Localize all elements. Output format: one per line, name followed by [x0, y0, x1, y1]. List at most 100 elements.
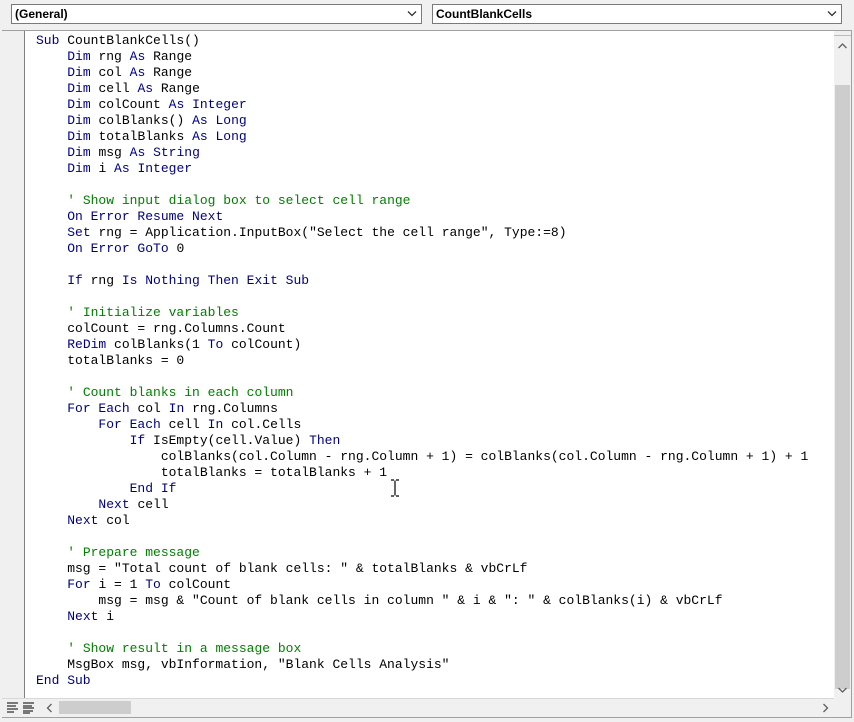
code-text: cell	[168, 417, 208, 432]
code-keyword: As	[137, 81, 161, 96]
code-line[interactable]: colCount = rng.Columns.Count	[36, 321, 831, 337]
code-text: rng	[90, 273, 122, 288]
code-line[interactable]: If rng Is Nothing Then Exit Sub	[36, 273, 831, 289]
code-line[interactable]: Dim totalBlanks As Long	[36, 129, 831, 145]
code-text: Range	[153, 65, 193, 80]
vertical-scrollbar[interactable]	[834, 31, 851, 698]
code-line[interactable]: On Error GoTo 0	[36, 241, 831, 257]
code-keyword: For Each	[98, 417, 169, 432]
code-line[interactable]: For Each col In rng.Columns	[36, 401, 831, 417]
code-keyword: As	[192, 129, 216, 144]
code-keyword: Dim	[67, 65, 99, 80]
chevron-down-icon[interactable]	[823, 5, 841, 23]
code-keyword: Next	[98, 497, 138, 512]
code-line[interactable]: Dim colBlanks() As Long	[36, 113, 831, 129]
code-text: msg = msg & "Count of blank cells in col…	[36, 593, 723, 608]
code-line[interactable]: For i = 1 To colCount	[36, 577, 831, 593]
split-bar-handle[interactable]	[834, 31, 851, 36]
code-line[interactable]: ' Show result in a message box	[36, 641, 831, 657]
procedure-view-icon[interactable]	[5, 700, 20, 715]
code-line[interactable]: ' Count blanks in each column	[36, 385, 831, 401]
vertical-scroll-thumb[interactable]	[835, 85, 850, 689]
code-line[interactable]: On Error Resume Next	[36, 209, 831, 225]
code-keyword: Next	[67, 609, 107, 624]
code-keyword: As	[129, 49, 154, 64]
code-keyword: As	[129, 65, 154, 80]
code-line[interactable]: Dim rng As Range	[36, 49, 831, 65]
code-line[interactable]: msg = "Total count of blank cells: " & t…	[36, 561, 831, 577]
code-comment: ' Prepare message	[67, 545, 200, 560]
code-text: cell	[98, 81, 138, 96]
code-line[interactable]	[36, 369, 831, 385]
code-line[interactable]	[36, 529, 831, 545]
code-line[interactable]: Next cell	[36, 497, 831, 513]
code-window-toolbar: (General) CountBlankCells	[0, 0, 854, 30]
code-keyword: End If	[129, 481, 177, 496]
code-line[interactable]: If IsEmpty(cell.Value) Then	[36, 433, 831, 449]
code-line[interactable]: MsgBox msg, vbInformation, "Blank Cells …	[36, 657, 831, 673]
code-line[interactable]: End If	[36, 481, 831, 497]
code-keyword: As	[114, 161, 138, 176]
object-combo[interactable]: (General)	[11, 4, 422, 24]
code-comment: ' Show input dialog box to select cell r…	[67, 193, 411, 208]
full-module-view-icon[interactable]	[21, 700, 36, 715]
code-text: colCount	[98, 97, 169, 112]
code-line[interactable]: Dim i As Integer	[36, 161, 831, 177]
code-text: colBlanks(1	[114, 337, 208, 352]
code-line[interactable]: totalBlanks = totalBlanks + 1	[36, 465, 831, 481]
chevron-down-icon[interactable]	[403, 5, 421, 23]
code-keyword: Long	[215, 129, 247, 144]
code-line[interactable]: Dim colCount As Integer	[36, 97, 831, 113]
code-line[interactable]: ' Show input dialog box to select cell r…	[36, 193, 831, 209]
code-text: colBlanks(col.Column - rng.Column + 1) =…	[36, 449, 809, 464]
arrow-down-icon[interactable]	[834, 681, 851, 698]
arrow-right-icon[interactable]	[818, 699, 833, 717]
code-line[interactable]: ' Initialize variables	[36, 305, 831, 321]
code-line[interactable]	[36, 625, 831, 641]
code-line[interactable]: ReDim colBlanks(1 To colCount)	[36, 337, 831, 353]
margin-divider	[24, 31, 25, 698]
code-keyword: If	[129, 433, 154, 448]
code-line[interactable]: Set rng = Application.InputBox("Select t…	[36, 225, 831, 241]
code-line[interactable]: totalBlanks = 0	[36, 353, 831, 369]
code-line[interactable]: colBlanks(col.Column - rng.Column + 1) =…	[36, 449, 831, 465]
code-text: i	[98, 161, 115, 176]
code-keyword: As	[168, 97, 193, 112]
code-text: rng	[98, 49, 130, 64]
code-keyword: On Error Resume Next	[67, 209, 224, 224]
code-line[interactable]: Next col	[36, 513, 831, 529]
code-text-area[interactable]: Sub CountBlankCells() Dim rng As Range D…	[36, 33, 831, 696]
code-line[interactable]	[36, 257, 831, 273]
horizontal-scroll-thumb[interactable]	[59, 701, 131, 714]
code-line[interactable]	[36, 289, 831, 305]
margin-indicator-bar[interactable]	[2, 31, 24, 698]
code-keyword: If	[67, 273, 91, 288]
code-line[interactable]: ' Prepare message	[36, 545, 831, 561]
code-line[interactable]: Dim cell As Range	[36, 81, 831, 97]
code-line[interactable]: Next i	[36, 609, 831, 625]
arrow-left-icon[interactable]	[42, 699, 57, 717]
code-line[interactable]: Dim msg As String	[36, 145, 831, 161]
code-line[interactable]: End Sub	[36, 673, 831, 689]
code-line[interactable]: For Each cell In col.Cells	[36, 417, 831, 433]
code-line[interactable]	[36, 177, 831, 193]
code-text: rng = Application.InputBox("Select the c…	[98, 225, 567, 240]
code-text: i = 1	[98, 577, 146, 592]
code-line[interactable]: msg = msg & "Count of blank cells in col…	[36, 593, 831, 609]
code-line[interactable]: Sub CountBlankCells()	[36, 33, 831, 49]
procedure-combo[interactable]: CountBlankCells	[432, 4, 842, 24]
code-comment: ' Count blanks in each column	[67, 385, 294, 400]
code-line[interactable]: Dim col As Range	[36, 65, 831, 81]
arrow-up-icon[interactable]	[834, 38, 851, 55]
